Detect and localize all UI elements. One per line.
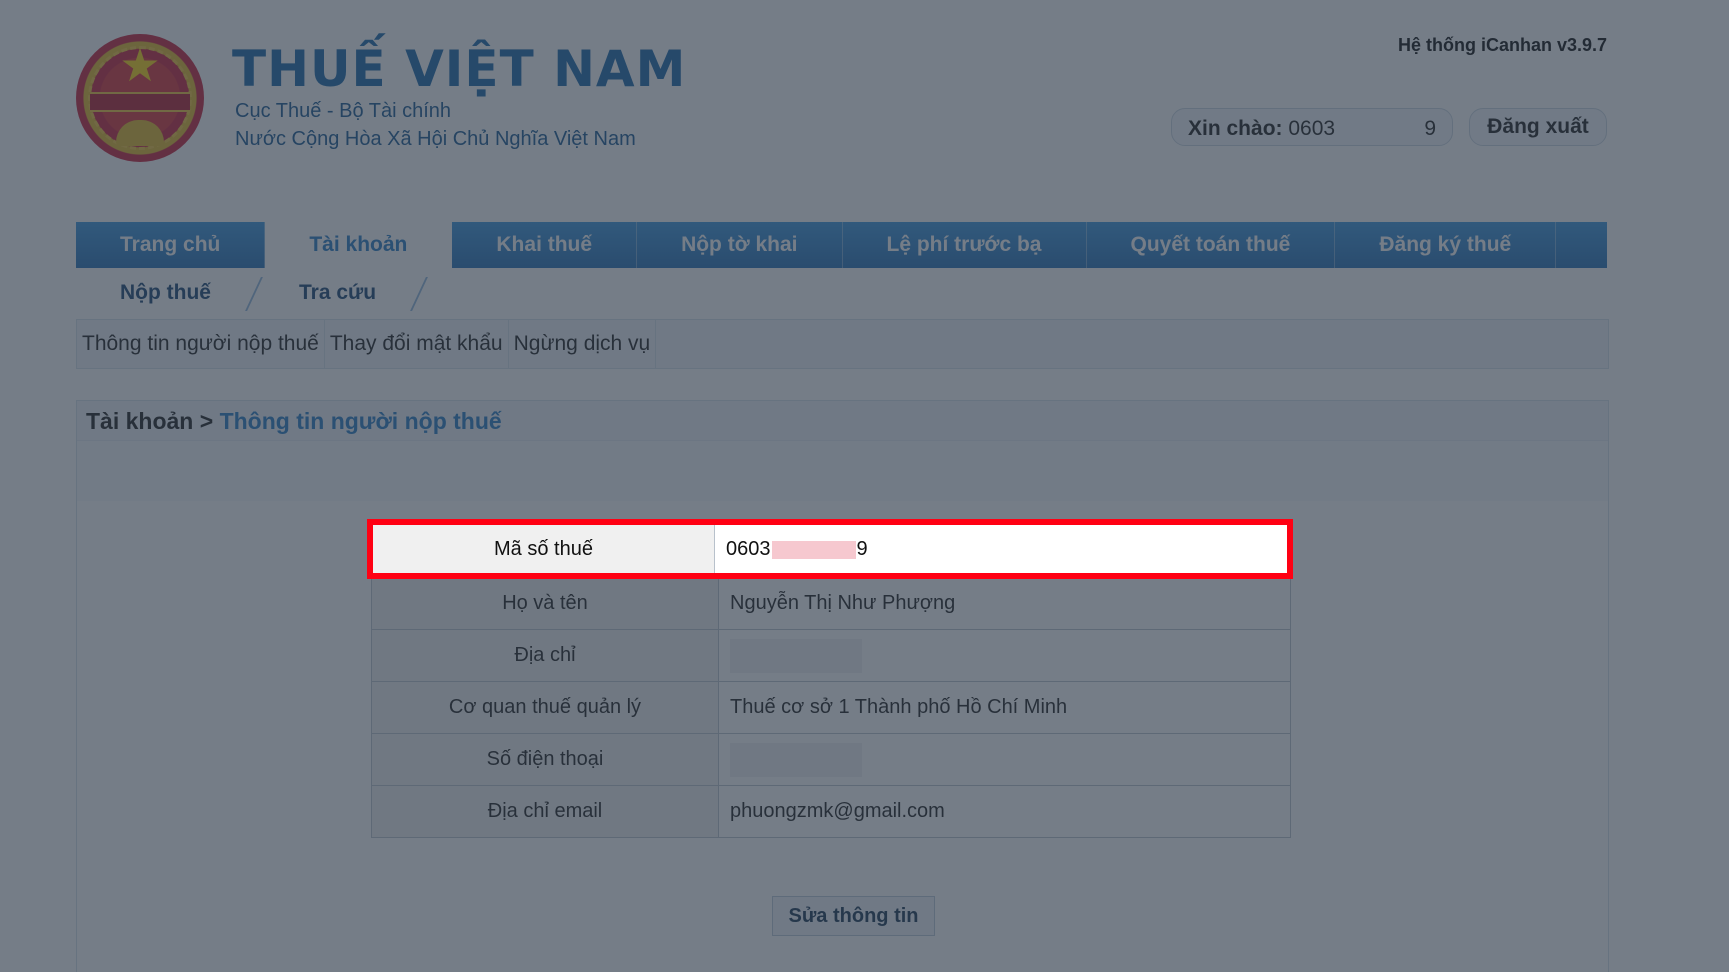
- email-value: phuongzmk@gmail.com: [718, 785, 1291, 838]
- nav-item-home[interactable]: Trang chủ: [76, 222, 266, 268]
- breadcrumb: Tài khoản > Thông tin người nộp thuế: [77, 401, 1608, 441]
- table-row: Địa chỉ email phuongzmk@gmail.com: [371, 785, 1291, 838]
- greeting-badge: Xin chào: 0603 9: [1171, 108, 1453, 146]
- national-emblem-icon: ★: [76, 34, 204, 162]
- full-name-value: Nguyễn Thị Như Phượng: [718, 577, 1291, 630]
- breadcrumb-current: Thông tin người nộp thuế: [219, 408, 502, 434]
- brand-country: Nước Cộng Hòa Xã Hội Chủ Nghĩa Việt Nam: [235, 128, 636, 150]
- nav-item-submit-form[interactable]: Nộp tờ khai: [637, 222, 843, 268]
- sub-nav: Nộp thuế Tra cứu: [76, 273, 420, 313]
- table-row: Họ và tên Nguyễn Thị Như Phượng: [371, 577, 1291, 630]
- highlighted-tax-code-row: Mã số thuế 0603 9: [367, 519, 1293, 579]
- tax-code-value-highlight: 0603 9: [715, 525, 1287, 573]
- main-nav: Trang chủ Tài khoản Khai thuế Nộp tờ kha…: [76, 222, 1607, 268]
- email-label: Địa chỉ email: [371, 785, 719, 838]
- breadcrumb-separator: >: [199, 408, 214, 434]
- page-header: ★ THUẾ VIỆT NAM Cục Thuế - Bộ Tài chính …: [0, 0, 1729, 215]
- account-tab-bar: Thông tin người nộp thuế Thay đổi mật kh…: [76, 319, 1609, 369]
- tax-code-suffix: 9: [856, 538, 868, 560]
- tax-code-prefix: 0603: [726, 538, 771, 560]
- tab-taxpayer-info[interactable]: Thông tin người nộp thuế: [77, 320, 325, 368]
- tab-change-password[interactable]: Thay đổi mật khẩu: [325, 320, 509, 368]
- brand-subtitle: Cục Thuế - Bộ Tài chính: [235, 100, 452, 122]
- tax-code-redacted: [771, 540, 856, 559]
- address-label: Địa chỉ: [371, 629, 719, 682]
- logout-button[interactable]: Đăng xuất: [1469, 108, 1607, 146]
- tax-code-label-highlight: Mã số thuế: [373, 525, 715, 573]
- phone-value: [718, 733, 1291, 786]
- phone-redacted: [730, 742, 862, 777]
- tab-stop-service[interactable]: Ngừng dịch vụ: [509, 320, 657, 368]
- edit-info-button[interactable]: Sửa thông tin: [772, 896, 935, 936]
- address-value: [718, 629, 1291, 682]
- content-panel: Tài khoản > Thông tin người nộp thuế Họ …: [76, 400, 1609, 972]
- nav-item-tax-registration[interactable]: Đăng ký thuế: [1335, 222, 1557, 268]
- greeting-user-suffix: 9: [1424, 117, 1436, 140]
- phone-label: Số điện thoại: [371, 733, 719, 786]
- greeting-label: Xin chào:: [1188, 117, 1283, 140]
- table-row: Cơ quan thuế quản lý Thuế cơ sở 1 Thành …: [371, 681, 1291, 734]
- subnav-item-lookup[interactable]: Tra cứu: [255, 273, 420, 313]
- subnav-item-pay-tax[interactable]: Nộp thuế: [76, 273, 255, 313]
- nav-item-account[interactable]: Tài khoản: [265, 222, 453, 268]
- brand-title: THUẾ VIỆT NAM: [232, 40, 687, 98]
- nav-item-declare-tax[interactable]: Khai thuế: [452, 222, 638, 268]
- tax-office-value: Thuế cơ sở 1 Thành phố Hồ Chí Minh: [718, 681, 1291, 734]
- table-row: Số điện thoại: [371, 733, 1291, 786]
- system-version: Hệ thống iCanhan v3.9.7: [1397, 35, 1607, 55]
- breadcrumb-root[interactable]: Tài khoản: [86, 408, 193, 434]
- table-row: Địa chỉ: [371, 629, 1291, 682]
- tax-office-label: Cơ quan thuế quản lý: [371, 681, 719, 734]
- greeting-user-prefix: 0603: [1288, 117, 1336, 140]
- nav-item-tax-finalization[interactable]: Quyết toán thuế: [1087, 222, 1336, 268]
- full-name-label: Họ và tên: [371, 577, 719, 630]
- nav-item-registration-fee[interactable]: Lệ phí trước bạ: [843, 222, 1087, 268]
- address-redacted: [730, 638, 862, 673]
